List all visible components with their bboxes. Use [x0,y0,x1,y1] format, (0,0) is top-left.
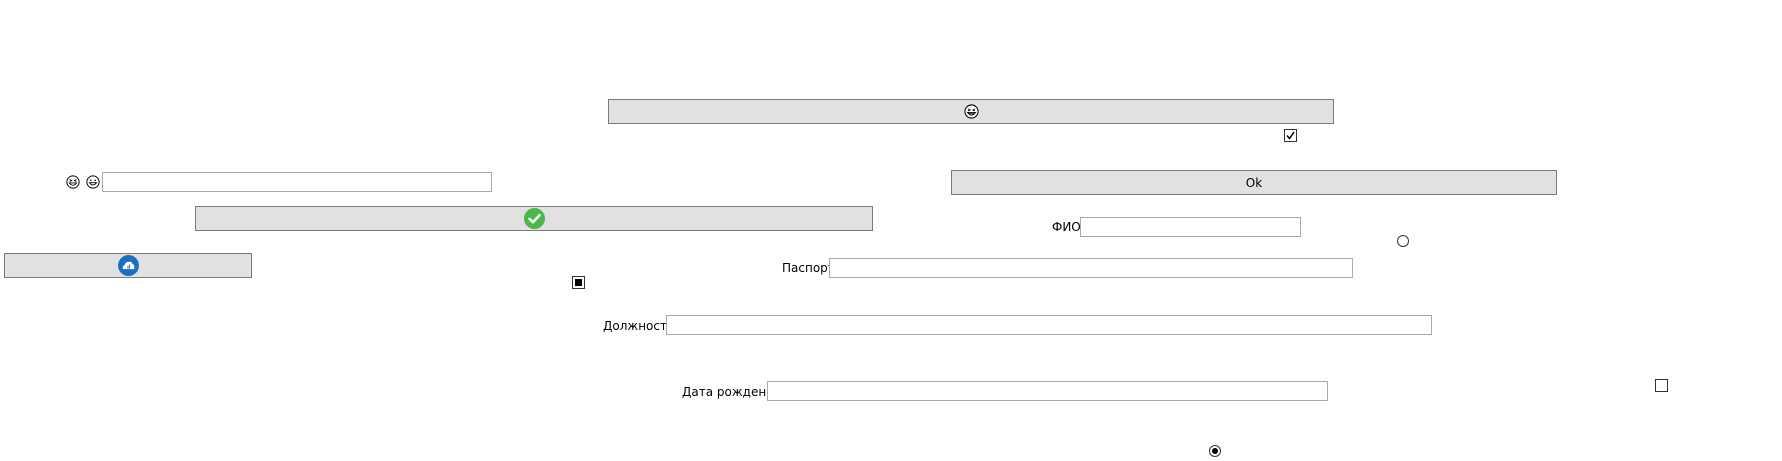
checkbox-checked[interactable] [1284,129,1297,142]
position-field[interactable] [666,315,1432,335]
birthdate-field[interactable] [767,381,1328,401]
cloud-button[interactable] [4,253,252,278]
passport-label: Паспорт [782,261,835,275]
grinning-squint-face-icon [66,175,80,189]
green-check-circle-icon [523,208,545,229]
passport-field[interactable] [829,258,1353,278]
radio-dot [1212,448,1218,454]
indeterminate-mark [575,279,582,286]
checkmark-icon [1286,131,1295,140]
fio-field[interactable] [1080,217,1301,237]
checkbox-unchecked[interactable] [1655,379,1668,392]
emoji-button-top[interactable] [608,99,1334,124]
grinning-squint-face-icon [963,104,979,119]
ok-button-label: Ok [1245,175,1263,190]
radio-unchecked[interactable] [1397,235,1409,247]
grinning-face-icon [86,175,100,189]
confirm-button[interactable] [195,206,873,231]
fio-label: ФИО [1052,220,1081,234]
blue-cloud-circle-icon [117,255,139,276]
emoji-text-input[interactable] [102,172,492,192]
ok-button[interactable]: Ok [951,170,1557,195]
radio-checked[interactable] [1209,445,1221,457]
position-label: Должность [603,319,675,333]
checkbox-indeterminate[interactable] [572,276,585,289]
